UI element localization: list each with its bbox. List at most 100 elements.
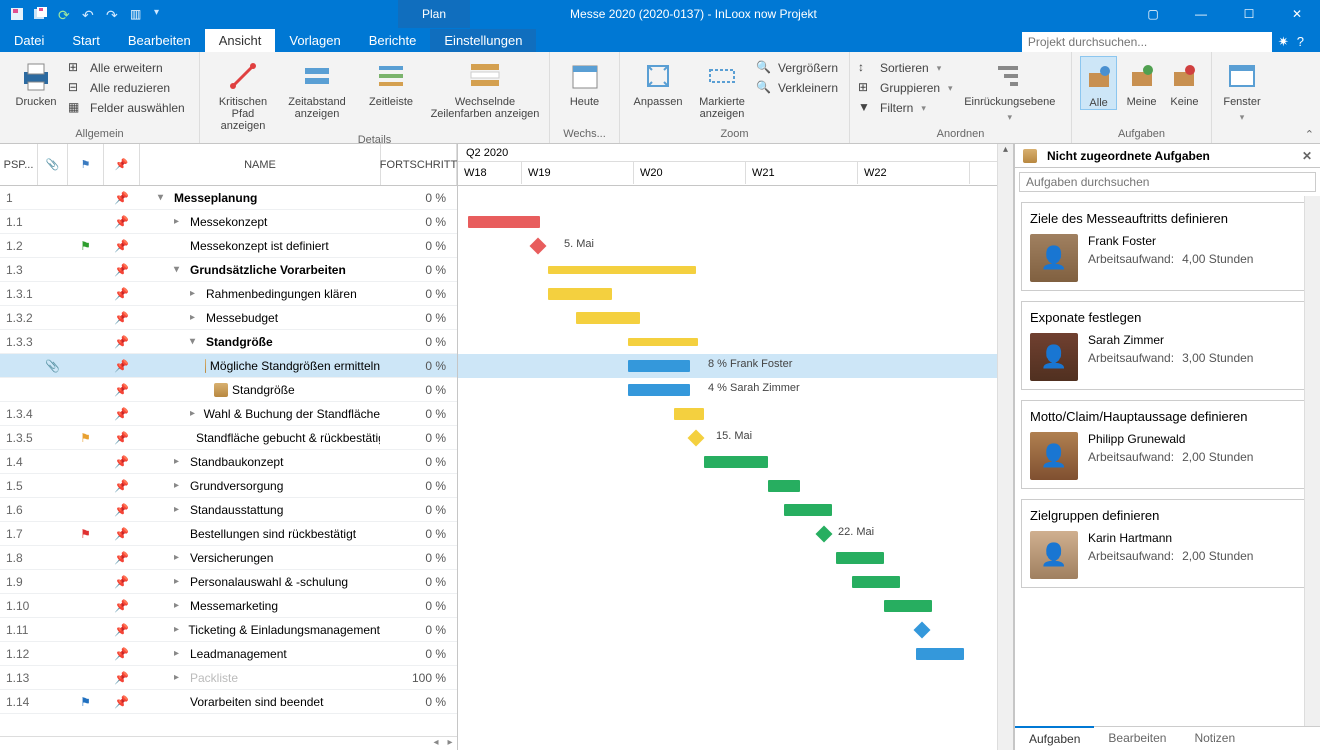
task-row[interactable]: 1.4📌▸Standbaukonzept0 % [0,450,457,474]
zoom-in-button[interactable]: 🔍Vergrößern [756,60,838,76]
gantt-row[interactable] [458,258,1013,282]
task-row[interactable]: 1.3.2📌▸Messebudget0 % [0,306,457,330]
gantt-row[interactable] [458,666,1013,690]
task-row[interactable]: 📌Standgröße0 % [0,378,457,402]
show-selected-button[interactable]: Markierte anzeigen [692,56,752,120]
tasks-none-button[interactable]: Keine [1166,56,1203,108]
gantt-milestone[interactable] [914,622,931,639]
tab-start[interactable]: Start [58,29,113,52]
gantt-bar[interactable] [884,600,932,612]
task-row[interactable]: 1.5📌▸Grundversorgung0 % [0,474,457,498]
task-rows[interactable]: 1📌▾Messeplanung0 %1.1📌▸Messekonzept0 %1.… [0,186,457,736]
redo-icon[interactable]: ↷ [106,7,120,21]
task-row[interactable]: 1.10📌▸Messemarketing0 % [0,594,457,618]
maximize-icon[interactable]: ☐ [1226,0,1272,28]
fit-button[interactable]: Anpassen [628,56,688,108]
select-fields-button[interactable]: ▦Felder auswählen [68,100,185,116]
task-search-input[interactable] [1019,172,1316,192]
task-row[interactable]: 1.3.4📌▸Wahl & Buchung der Standfläche0 % [0,402,457,426]
tab-bearbeiten[interactable]: Bearbeiten [114,29,205,52]
tab-datei[interactable]: Datei [0,29,58,52]
timeline-button[interactable]: Zeitleiste [356,56,426,108]
refresh-icon[interactable]: ⟳ [58,7,72,21]
gantt-summary-bar[interactable] [548,266,696,274]
gantt-bar[interactable] [916,648,964,660]
sort-button[interactable]: ↕Sortieren▾ [858,60,953,76]
col-attachment[interactable]: 📎 [38,144,68,185]
panel-scrollbar[interactable] [1304,196,1320,726]
gantt-row[interactable] [458,570,1013,594]
gantt-summary-bar[interactable] [628,338,698,346]
filter-button[interactable]: ▼Filtern▾ [858,100,953,116]
panel-task-list[interactable]: Ziele des Messeauftritts definieren👤Fran… [1015,196,1320,726]
tasks-all-button[interactable]: Alle [1080,56,1117,110]
gantt-row[interactable] [458,330,1013,354]
col-name[interactable]: NAME [140,144,381,185]
tab-einstellungen[interactable]: Einstellungen [430,29,536,52]
col-psp[interactable]: PSP... [0,144,38,185]
today-button[interactable]: Heute [558,56,611,108]
gantt-bar[interactable] [836,552,884,564]
gantt-milestone[interactable] [530,238,547,255]
gantt-bar[interactable] [768,480,800,492]
gantt-bar[interactable] [784,504,832,516]
task-row[interactable]: 1.11📌▸Ticketing & Einladungsmanagement0 … [0,618,457,642]
task-row[interactable]: 1.12📌▸Leadmanagement0 % [0,642,457,666]
unassigned-task-card[interactable]: Motto/Claim/Hauptaussage definieren👤Phil… [1021,400,1314,489]
zoom-out-button[interactable]: 🔍Verkleinern [756,80,838,96]
time-distance-button[interactable]: Zeitabstand anzeigen [282,56,352,120]
indent-level-button[interactable]: Einrückungsebene▾ [957,56,1063,123]
gantt-row[interactable]: 8 % Frank Foster [458,354,1013,378]
minimize-icon[interactable]: ― [1178,0,1224,28]
gantt-row[interactable] [458,498,1013,522]
ribbon-collapse-icon[interactable]: ⌃ [1305,128,1314,141]
gantt-scrollbar[interactable]: ▴ [997,144,1013,750]
task-row[interactable]: 1.3.1📌▸Rahmenbedingungen klären0 % [0,282,457,306]
collapse-all-button[interactable]: ⊟Alle reduzieren [68,80,185,96]
expand-all-button[interactable]: ⊞Alle erweitern [68,60,185,76]
gantt-row[interactable] [458,618,1013,642]
unassigned-task-card[interactable]: Exponate festlegen👤Sarah ZimmerArbeitsau… [1021,301,1314,390]
close-icon[interactable]: ✕ [1274,0,1320,28]
unassigned-task-card[interactable]: Zielgruppen definieren👤Karin HartmannArb… [1021,499,1314,588]
scroll-up-icon[interactable]: ▴ [998,144,1013,160]
panel-tab-notizen[interactable]: Notizen [1180,727,1249,750]
gantt-row[interactable] [458,450,1013,474]
unassigned-task-card[interactable]: Ziele des Messeauftritts definieren👤Fran… [1021,202,1314,291]
project-search-input[interactable] [1022,32,1272,52]
critical-path-button[interactable]: Kritischen Pfad anzeigen [208,56,278,132]
help-icon[interactable]: ? [1297,34,1304,50]
task-row[interactable]: 1.3.3📌▾Standgröße0 % [0,330,457,354]
panel-tab-bearbeiten[interactable]: Bearbeiten [1094,727,1180,750]
task-row[interactable]: 📎📌Mögliche Standgrößen ermitteln0 % [0,354,457,378]
print-button[interactable]: Drucken [8,56,64,108]
save-icon[interactable] [10,7,24,21]
task-row[interactable]: 1.3📌▾Grundsätzliche Vorarbeiten0 % [0,258,457,282]
gantt-bar[interactable] [852,576,900,588]
gantt-row[interactable]: 15. Mai [458,426,1013,450]
gantt-row[interactable] [458,282,1013,306]
task-row[interactable]: 1.7⚑📌Bestellungen sind rückbestätigt0 % [0,522,457,546]
task-row[interactable]: 1.2⚑📌Messekonzept ist definiert0 % [0,234,457,258]
gantt-row[interactable] [458,690,1013,714]
qat-dropdown-icon[interactable]: ▾ [154,7,168,21]
task-row[interactable]: 1.8📌▸Versicherungen0 % [0,546,457,570]
panel-close-icon[interactable]: ✕ [1302,149,1312,163]
gantt-row[interactable] [458,306,1013,330]
tasks-mine-button[interactable]: Meine [1121,56,1162,108]
tab-berichte[interactable]: Berichte [355,29,431,52]
gantt-row[interactable] [458,402,1013,426]
gantt-row[interactable] [458,642,1013,666]
col-flag[interactable]: ⚑ [68,144,104,185]
gantt-row[interactable]: 22. Mai [458,522,1013,546]
gantt-row[interactable] [458,474,1013,498]
task-row[interactable]: 1📌▾Messeplanung0 % [0,186,457,210]
gantt-bar[interactable] [628,360,690,372]
gantt-row[interactable]: 5. Mai [458,234,1013,258]
gantt-bar[interactable] [674,408,704,420]
grid-resize-left-icon[interactable]: ◂ [429,737,443,750]
grid-resize-right-icon[interactable]: ▸ [443,737,457,750]
panel-tab-aufgaben[interactable]: Aufgaben [1015,726,1094,750]
lightbulb-icon[interactable]: ✷ [1278,34,1289,50]
context-tab-plan[interactable]: Plan [398,0,470,28]
